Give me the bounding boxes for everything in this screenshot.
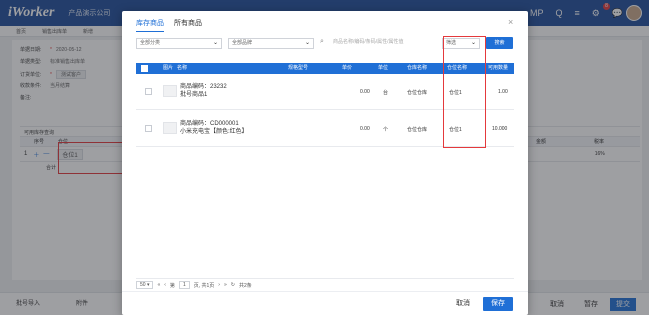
unit-cell: 台 [383,90,389,96]
product-name: 批号商品1 [180,92,208,98]
product-thumbnail [163,85,177,97]
search-input[interactable]: 商品名称/编码/条码/属性/属性值 [330,38,440,49]
prev-page-icon[interactable]: ‹ [164,282,166,288]
price-cell: 0.00 [360,89,370,95]
tab-all-products[interactable]: 所有商品 [174,18,202,32]
dialog-cancel-button[interactable]: 取消 [448,297,478,311]
chevron-down-icon: ⌄ [212,40,218,46]
product-thumbnail [163,122,177,134]
pagination: 50 ▾ « ‹ 第 1 页, 共1页 › » ↻ 共2条 [136,278,514,289]
unit-cell: 个 [383,127,389,133]
location-column-highlight-box [443,36,486,148]
next-page-icon[interactable]: › [218,282,220,288]
first-page-icon[interactable]: « [157,282,160,288]
chevron-down-icon: ⌄ [304,40,310,46]
brand-select[interactable]: 全部品牌 ⌄ [228,38,314,49]
price-cell: 0.00 [360,126,370,132]
tab-stock-products[interactable]: 库存商品 [136,18,164,32]
select-product-dialog: 库存商品 所有商品 × 全部分类 ⌄ 全部品牌 ⌄ ⌕ 商品名称/编码/条码/属… [122,11,528,315]
page-prefix: 第 [169,282,175,289]
refresh-icon[interactable]: ↻ [231,282,235,288]
select-all-checkbox[interactable] [141,65,148,72]
last-page-icon[interactable]: » [224,282,227,288]
close-icon[interactable]: × [508,17,513,27]
qty-cell: 1.00 [498,89,508,95]
warehouse-cell: 仓位仓库 [407,90,428,96]
col-warehouse: 仓库名称 [407,65,428,71]
dialog-footer: 取消 保存 [122,291,528,315]
qty-cell: 10.000 [492,126,508,132]
dialog-tabs: 库存商品 所有商品 [136,18,202,32]
row-checkbox[interactable] [145,125,152,132]
search-icon: ⌕ [320,38,324,45]
col-spec: 规格型号 [288,65,309,71]
col-name: 名称 [177,65,188,71]
row-checkbox[interactable] [145,88,152,95]
page-input[interactable]: 1 [178,281,190,289]
col-unit: 单位 [378,65,389,71]
product-code: 商品编码：23232 [180,84,227,90]
search-button[interactable]: 搜索 [486,37,513,49]
col-available-qty: 可用数量 [488,65,509,71]
col-price: 单价 [342,65,353,71]
warehouse-cell: 仓位仓库 [407,127,428,133]
total-count: 共2条 [238,282,252,289]
col-image: 图片 [163,65,174,71]
dialog-save-button[interactable]: 保存 [483,297,513,311]
page-size-select[interactable]: 50 ▾ [136,281,154,289]
product-name: 小米充电宝【颜色:红色】 [180,129,248,135]
category-select[interactable]: 全部分类 ⌄ [136,38,222,49]
product-code: 商品编码：CD000001 [180,121,239,127]
page-suffix: 页, 共1页 [193,282,215,289]
